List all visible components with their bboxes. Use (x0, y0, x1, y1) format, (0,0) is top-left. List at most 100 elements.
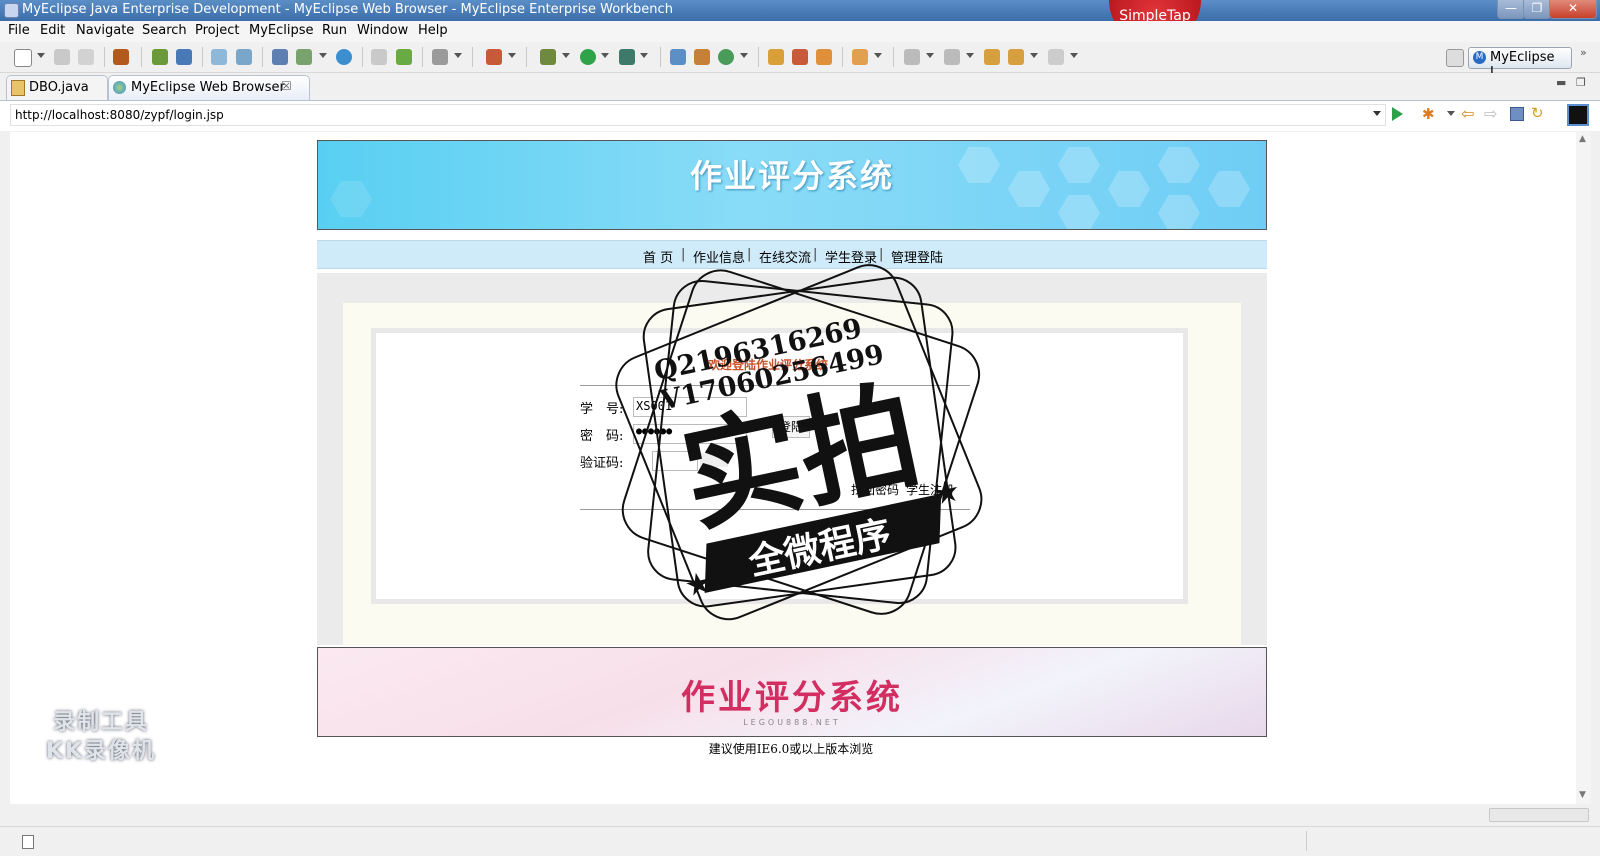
run-dropdown-icon[interactable] (601, 53, 609, 58)
horizontal-scroll-thumb[interactable] (1489, 808, 1589, 822)
menu-project[interactable]: Project (195, 23, 239, 38)
new-wizard-dropdown-icon[interactable] (740, 53, 748, 58)
browser-globe-icon[interactable] (336, 49, 352, 65)
prev-annotation-dropdown-icon[interactable] (966, 53, 974, 58)
tab-label: MyEclipse Web Browser (131, 80, 285, 95)
tab-web-browser[interactable]: MyEclipse Web Browser ☒ (108, 75, 310, 100)
globe-icon (113, 81, 126, 94)
new-project-icon[interactable] (670, 49, 686, 65)
status-icon[interactable] (22, 835, 34, 849)
go-icon[interactable] (1392, 107, 1403, 121)
run-server-dropdown-icon[interactable] (319, 53, 327, 58)
scroll-up-icon[interactable]: ▲ (1579, 134, 1586, 144)
header-banner: 作业评分系统 (317, 140, 1267, 230)
recorder-watermark: 录制工具 KK录像机 (30, 708, 172, 770)
servers-icon[interactable] (272, 49, 288, 65)
browser-notice: 建议使用IE6.0或以上版本浏览 (708, 742, 874, 756)
menu-file[interactable]: File (8, 23, 30, 38)
deploy-icon[interactable] (211, 49, 227, 65)
perspective-button[interactable]: M MyEclipse J... (1468, 47, 1572, 80)
recorder-line2: KK录像机 (45, 739, 157, 764)
scroll-down-icon[interactable]: ▼ (1579, 790, 1586, 800)
external-tools-dropdown-icon[interactable] (640, 53, 648, 58)
url-input[interactable]: http://localhost:8080/zypf/login.jsp (10, 104, 1386, 126)
main-toolbar (0, 42, 1600, 73)
menu-run[interactable]: Run (322, 23, 347, 38)
banner-title: 作业评分系统 (689, 157, 894, 195)
minimize-view-icon[interactable]: ▬ (1556, 76, 1566, 89)
ant-dropdown-icon[interactable] (508, 53, 516, 58)
url-text: http://localhost:8080/zypf/login.jsp (15, 108, 224, 122)
external-tools-icon[interactable] (619, 49, 635, 65)
ant-icon[interactable] (486, 49, 502, 65)
last-edit-icon[interactable] (984, 49, 1000, 65)
window-title-bar: MyEclipse Java Enterprise Development - … (0, 0, 1600, 21)
editor-tabs: DBO.java MyEclipse Web Browser ☒ ▬ ❐ (0, 73, 1600, 100)
recorder-line1: 录制工具 (52, 710, 149, 735)
new-dropdown-icon[interactable] (37, 53, 45, 58)
footer-subtitle: LEGOU888.NET (743, 718, 841, 727)
package-icon[interactable] (113, 49, 129, 65)
forward-icon[interactable] (1048, 49, 1064, 65)
save-icon[interactable] (54, 49, 70, 65)
horizontal-scroll-area (10, 804, 1591, 824)
favorites-icon[interactable]: ✱ (1422, 105, 1435, 123)
open-task-icon[interactable] (816, 49, 832, 65)
new-class-wizard-icon[interactable] (718, 49, 734, 65)
more-perspectives-icon[interactable]: » (1580, 46, 1587, 59)
next-annotation-icon[interactable] (904, 49, 920, 65)
new-class-icon[interactable] (396, 49, 412, 65)
window-title: MyEclipse Java Enterprise Development - … (22, 2, 673, 17)
run-icon[interactable] (580, 49, 596, 65)
snapshot-icon[interactable] (432, 49, 448, 65)
status-bar (0, 826, 1600, 856)
maximize-button[interactable]: ❐ (1523, 0, 1551, 19)
forward-dropdown-icon[interactable] (1070, 53, 1078, 58)
debug-icon[interactable] (540, 49, 556, 65)
open-perspective-icon[interactable] (1446, 49, 1464, 67)
debug-dropdown-icon[interactable] (562, 53, 570, 58)
menu-search[interactable]: Search (142, 23, 187, 38)
browser-forward-icon[interactable]: ⇨ (1484, 104, 1497, 123)
manage-deploy-icon[interactable] (236, 49, 252, 65)
open-type-icon[interactable] (371, 49, 387, 65)
menu-help[interactable]: Help (418, 23, 448, 38)
snapshot-dropdown-icon[interactable] (454, 53, 462, 58)
debug-bug-icon[interactable] (152, 49, 168, 65)
back-icon[interactable] (1008, 49, 1024, 65)
footer-title: 作业评分系统 (681, 678, 903, 718)
favorites-dropdown-icon[interactable] (1447, 111, 1455, 116)
prev-annotation-icon[interactable] (944, 49, 960, 65)
url-history-dropdown-icon[interactable] (1373, 111, 1381, 116)
print-icon[interactable] (78, 49, 94, 65)
minimize-button[interactable]: — (1497, 0, 1525, 19)
menu-edit[interactable]: Edit (40, 23, 65, 38)
java-file-icon (11, 80, 25, 96)
maximize-view-icon[interactable]: ❐ (1576, 76, 1586, 89)
new-icon[interactable] (14, 49, 32, 67)
browser-view-icon[interactable] (1567, 104, 1589, 126)
refresh-icon[interactable]: ↻ (1531, 104, 1544, 122)
new-package-icon[interactable] (694, 49, 710, 65)
pen-icon[interactable] (792, 49, 808, 65)
app-icon (4, 3, 19, 18)
next-annotation-dropdown-icon[interactable] (926, 53, 934, 58)
back-dropdown-icon[interactable] (1030, 53, 1038, 58)
menu-navigate[interactable]: Navigate (76, 23, 134, 38)
close-tab-icon[interactable]: ☒ (281, 79, 292, 93)
open-folder-icon[interactable] (768, 49, 784, 65)
close-button[interactable]: ✕ (1549, 0, 1597, 19)
menu-bar: File Edit Navigate Search Project MyEcli… (0, 21, 1600, 42)
menu-window[interactable]: Window (357, 23, 408, 38)
stop-icon[interactable] (1510, 107, 1524, 121)
menu-myeclipse[interactable]: MyEclipse (249, 23, 314, 38)
search-dropdown-icon[interactable] (874, 53, 882, 58)
browser-back-icon[interactable]: ⇦ (1461, 104, 1474, 123)
search-folder-icon[interactable] (852, 49, 868, 65)
myeclipse-icon: M (1473, 51, 1486, 64)
run-server-icon[interactable] (296, 49, 312, 65)
tab-dbo-java[interactable]: DBO.java (6, 75, 108, 100)
star-icon: ★ (930, 473, 964, 513)
vertical-scrollbar[interactable]: ▲ ▼ (1576, 132, 1591, 804)
server-icon[interactable] (176, 49, 192, 65)
